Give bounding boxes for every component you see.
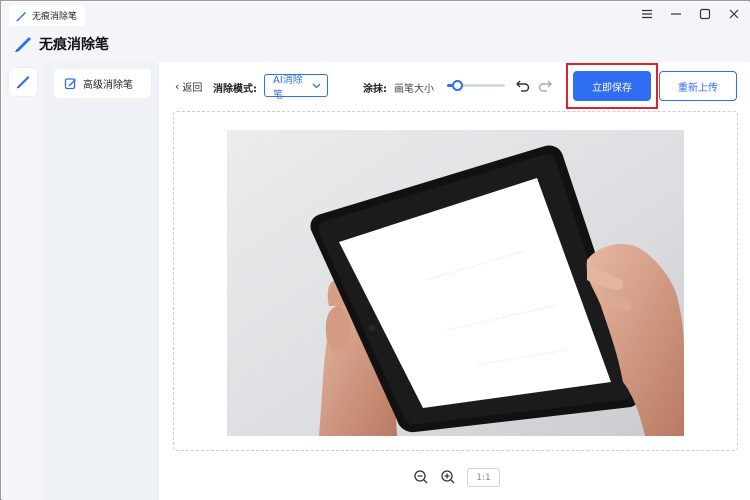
undo-icon[interactable]	[515, 77, 531, 93]
save-button[interactable]: 立即保存	[573, 71, 651, 101]
window-controls	[638, 4, 742, 24]
window-tab[interactable]: 无痕消除笔	[9, 5, 85, 26]
menu-icon[interactable]	[638, 6, 655, 23]
sidebar-item-advanced-eraser[interactable]: 高级消除笔	[54, 69, 151, 98]
sidebar-item-label: 高级消除笔	[83, 80, 133, 91]
zoom-reset-button[interactable]: 1:1	[467, 468, 500, 487]
erase-label: 涂抹:	[363, 84, 387, 95]
window-tab-title: 无痕消除笔	[32, 12, 78, 22]
rail-item-eraser[interactable]	[9, 68, 37, 96]
zoom-in-icon[interactable]	[440, 469, 456, 485]
zoom-bar: 1:1	[159, 466, 750, 490]
image-canvas[interactable]	[173, 111, 738, 451]
edit-icon	[64, 77, 77, 90]
editor-toolbar: ‹ 返回 消除模式: AI消除笔 涂抹: 画笔大小 立即保存 重新上传	[159, 62, 750, 110]
chevron-left-icon: ‹	[175, 80, 180, 93]
title-bar: 无痕消除笔	[2, 2, 750, 26]
back-button[interactable]: ‹ 返回	[175, 79, 202, 94]
app-title: 无痕消除笔	[39, 37, 109, 53]
redo-icon[interactable]	[537, 77, 553, 93]
eraser-pen-icon	[15, 74, 31, 90]
close-icon[interactable]	[725, 6, 742, 23]
eraser-pen-icon	[13, 34, 33, 54]
minimize-icon[interactable]	[667, 6, 684, 23]
brush-size-label: 画笔大小	[394, 84, 434, 95]
mode-select[interactable]: AI消除笔	[264, 74, 328, 101]
maximize-icon[interactable]	[696, 6, 713, 23]
zoom-out-icon[interactable]	[413, 469, 429, 485]
mode-label: 消除模式:	[213, 84, 257, 95]
mode-select-value: AI消除笔	[273, 74, 303, 101]
side-menu: 高级消除笔	[44, 62, 159, 500]
back-label: 返回	[182, 83, 203, 94]
tool-rail	[2, 62, 44, 500]
edited-photo	[227, 130, 684, 436]
reupload-button[interactable]: 重新上传	[659, 71, 737, 101]
brush-size-slider[interactable]	[447, 80, 505, 92]
slider-thumb[interactable]	[452, 80, 464, 91]
app-header: 无痕消除笔	[2, 26, 750, 62]
app-window: 无痕消除笔 无痕消除笔 高级消除笔 ‹ 返回 消除模式: AI消除笔 涂抹: 画…	[0, 0, 750, 500]
main-panel: ‹ 返回 消除模式: AI消除笔 涂抹: 画笔大小 立即保存 重新上传 1:1	[159, 62, 750, 500]
eraser-pen-icon	[15, 10, 27, 22]
chevron-down-icon	[312, 83, 321, 89]
